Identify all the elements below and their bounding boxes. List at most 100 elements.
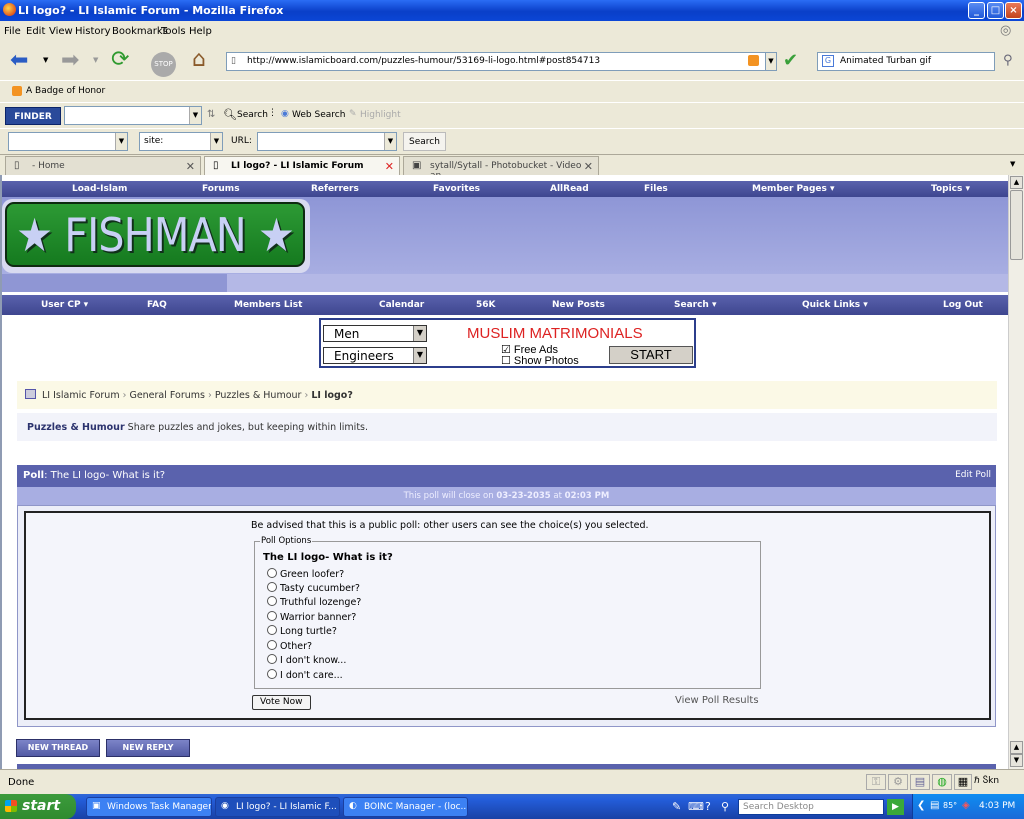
- language-indicator[interactable]: ℏ Ⴝkn: [974, 776, 999, 786]
- radio-icon[interactable]: [267, 669, 277, 679]
- tab-li-logo[interactable]: ▯ LI logo? - LI Islamic Forum ✕: [204, 156, 400, 177]
- poll-option-8[interactable]: I don't care...: [267, 669, 343, 681]
- close-window-button[interactable]: ×: [1005, 2, 1022, 19]
- back-dropdown-icon[interactable]: ▼: [43, 56, 48, 64]
- minimize-button[interactable]: _: [968, 2, 985, 19]
- vertical-scrollbar[interactable]: ▲ ▲ ▼: [1008, 175, 1024, 769]
- rss-feed-icon[interactable]: [748, 55, 759, 66]
- desktop-search-input[interactable]: Search Desktop: [738, 799, 884, 815]
- forum-name[interactable]: Puzzles & Humour: [27, 422, 125, 433]
- addon-icon[interactable]: ⚙: [888, 774, 908, 790]
- toolbar-input-1[interactable]: ▼: [8, 132, 128, 151]
- reload-icon[interactable]: ⟳: [111, 47, 129, 72]
- back-icon[interactable]: ⬅: [10, 48, 28, 73]
- poll-option-5[interactable]: Long turtle?: [267, 625, 337, 637]
- address-bar[interactable]: http://www.islamicboard.com/puzzles-humo…: [226, 52, 766, 71]
- site-logo[interactable]: ★ FISHMAN ★: [5, 202, 305, 267]
- search-options-icon[interactable]: ⋮: [268, 108, 277, 118]
- tray-security-icon[interactable]: ◈: [962, 800, 970, 811]
- site-dropdown-icon[interactable]: ▼: [210, 133, 222, 150]
- bookmark-badge-of-honor[interactable]: A Badge of Honor: [26, 86, 105, 96]
- nav-forums[interactable]: Forums: [202, 184, 240, 194]
- matrimonial-ad[interactable]: Men ▼ Engineers ▼ MUSLIM MATRIMONIALS ☑ Fr…: [319, 318, 696, 368]
- ad-show-photos[interactable]: ☐ Show Photos: [501, 354, 579, 367]
- poll-option-2[interactable]: Tasty cucumber?: [267, 582, 360, 594]
- radio-icon[interactable]: [267, 654, 277, 664]
- breadcrumb-puzzles[interactable]: Puzzles & Humour: [215, 390, 302, 401]
- go-checkmark-icon[interactable]: ✔: [783, 50, 798, 71]
- menu-file[interactable]: File: [4, 26, 21, 37]
- nav-allread[interactable]: AllRead: [550, 184, 589, 194]
- radio-icon[interactable]: [267, 568, 277, 578]
- nav-favorites[interactable]: Favorites: [433, 184, 480, 194]
- close-tab-icon[interactable]: ✕: [584, 160, 593, 173]
- nav-members-list[interactable]: Members List: [234, 300, 302, 310]
- finder-dropdown-icon[interactable]: ▼: [189, 107, 201, 124]
- nav-user-cp[interactable]: User CP ▾: [41, 300, 88, 310]
- quicklaunch-help-icon[interactable]: ?: [705, 800, 711, 813]
- scroll-up-icon[interactable]: ▲: [1010, 176, 1023, 189]
- nav-search[interactable]: Search ▾: [674, 300, 717, 310]
- quicklaunch-keyboard-icon[interactable]: ⌨: [688, 800, 704, 813]
- close-tab-icon[interactable]: ✕: [186, 160, 195, 173]
- finder-search-button[interactable]: Search: [237, 110, 268, 120]
- quicklaunch-tool-icon[interactable]: ✎: [672, 800, 681, 813]
- poll-option-3[interactable]: Truthful lozenge?: [267, 596, 361, 608]
- tray-back-icon[interactable]: ❮: [917, 800, 925, 811]
- menu-tools[interactable]: Tools: [161, 26, 186, 37]
- tray-network-icon[interactable]: ▤: [930, 800, 939, 811]
- window-titlebar[interactable]: LI logo? - LI Islamic Forum - Mozilla Fi…: [0, 0, 1024, 21]
- url-dropdown-icon[interactable]: ▼: [765, 52, 777, 71]
- poll-option-6[interactable]: Other?: [267, 640, 312, 652]
- task-task-manager[interactable]: ▣ Windows Task Manager: [86, 797, 212, 817]
- site-select[interactable]: site: ▼: [139, 132, 223, 151]
- url-input-dropdown-icon[interactable]: ▼: [384, 133, 396, 150]
- page-info-icon[interactable]: ▤: [910, 774, 930, 790]
- nav-quick-links[interactable]: Quick Links ▾: [802, 300, 868, 310]
- menu-help[interactable]: Help: [189, 26, 212, 37]
- menu-edit[interactable]: Edit: [26, 26, 45, 37]
- finder-search-input[interactable]: ▼: [64, 106, 202, 125]
- globe-icon[interactable]: ◍: [932, 774, 952, 790]
- tab-list-icon[interactable]: ▼: [1010, 160, 1015, 168]
- radio-icon[interactable]: [267, 625, 277, 635]
- google-icon[interactable]: G: [822, 55, 834, 67]
- menu-view[interactable]: View: [49, 26, 73, 37]
- maximize-button[interactable]: □: [987, 2, 1004, 19]
- search-engine-input[interactable]: Animated Turban gif: [817, 52, 995, 71]
- nav-faq[interactable]: FAQ: [147, 300, 167, 310]
- ad-start-button[interactable]: START: [609, 346, 693, 364]
- task-boinc[interactable]: ◐ BOINC Manager - (loc...: [343, 797, 468, 817]
- nav-log-out[interactable]: Log Out: [943, 300, 983, 310]
- nav-topics[interactable]: Topics ▾: [931, 184, 970, 194]
- dropdown-icon[interactable]: ▼: [115, 133, 127, 150]
- nav-referrers[interactable]: Referrers: [311, 184, 359, 194]
- breadcrumb-forum[interactable]: LI Islamic Forum: [42, 390, 120, 401]
- start-button[interactable]: start: [0, 794, 76, 819]
- url-input[interactable]: ▼: [257, 132, 397, 151]
- tab-home[interactable]: ▯ - Home ✕: [5, 156, 201, 176]
- menu-bookmarks[interactable]: Bookmarks: [112, 26, 168, 37]
- poll-option-1[interactable]: Green loofer?: [267, 568, 344, 580]
- task-firefox[interactable]: ◉ LI logo? - LI Islamic F...: [215, 797, 340, 817]
- new-reply-button[interactable]: NEW REPLY: [106, 739, 190, 757]
- poll-option-7[interactable]: I don't know...: [267, 654, 346, 666]
- breadcrumb-general[interactable]: General Forums: [129, 390, 205, 401]
- radio-icon[interactable]: [267, 582, 277, 592]
- nav-new-posts[interactable]: New Posts: [552, 300, 605, 310]
- scroll-down-icon[interactable]: ▼: [1010, 754, 1023, 767]
- desktop-search-go-icon[interactable]: ▶: [887, 799, 904, 815]
- forward-dropdown-icon[interactable]: ▼: [93, 56, 98, 64]
- view-poll-results-link[interactable]: View Poll Results: [675, 695, 759, 706]
- radio-icon[interactable]: [267, 640, 277, 650]
- nav-load-islam[interactable]: Load-Islam: [72, 184, 127, 194]
- nav-calendar[interactable]: Calendar: [379, 300, 424, 310]
- quicklaunch-search-icon[interactable]: ⚲: [721, 800, 729, 813]
- stop-icon[interactable]: STOP: [151, 52, 176, 77]
- poll-option-4[interactable]: Warrior banner?: [267, 611, 356, 623]
- ad-gender-select[interactable]: Men ▼: [323, 325, 427, 342]
- extension-icon[interactable]: ▦: [954, 774, 972, 790]
- radio-icon[interactable]: [267, 596, 277, 606]
- forum-home-icon[interactable]: [25, 389, 36, 399]
- tray-temperature[interactable]: 85°: [943, 801, 957, 810]
